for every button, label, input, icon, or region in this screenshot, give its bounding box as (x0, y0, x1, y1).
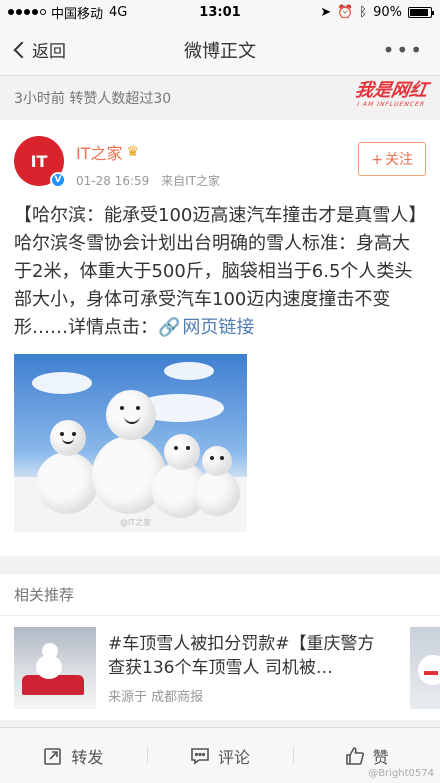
comment-button[interactable]: 评论 (146, 744, 294, 768)
post-date: 01-28 16:59 (76, 174, 150, 188)
bottom-toolbar: 转发 评论 赞 @Bright0574 (0, 727, 440, 783)
like-button[interactable]: 赞 (293, 744, 440, 768)
recommend-header: 相关推荐 (0, 574, 440, 616)
location-icon: ➤ (320, 4, 332, 20)
author-row: IT V IT之家 ♛ 01-28 16:59 来自IT之家 + 关注 (14, 136, 426, 194)
comment-label: 评论 (218, 747, 251, 767)
web-link[interactable]: 🔗 网页链接 (158, 317, 254, 338)
influencer-stamp-logo: 我是网红 I AM INFLUENCER (353, 80, 430, 108)
like-label: 赞 (372, 747, 389, 767)
more-options-button[interactable]: ••• (383, 38, 440, 62)
repost-button[interactable]: 转发 (0, 744, 147, 768)
alarm-icon: ⏰ (337, 4, 354, 20)
thumbs-up-icon (345, 746, 364, 765)
avatar[interactable]: IT V (14, 136, 66, 188)
list-item[interactable]: #车顶雪人被扣分罚款#【重庆警方查获136个车顶雪人 司机被… 来源于 成都商报 (0, 616, 440, 720)
recommend-title: #车顶雪人被扣分罚款#【重庆警方查获136个车顶雪人 司机被… (108, 633, 375, 678)
post-hot-info: 3小时前 转赞人数超过30 我是网红 I AM INFLUENCER (0, 76, 440, 120)
post-meta: 01-28 16:59 来自IT之家 (76, 172, 220, 189)
recommend-source: 来源于 成都商报 (108, 689, 204, 705)
bluetooth-icon: ᛒ (359, 4, 368, 20)
follow-button[interactable]: + 关注 (358, 142, 426, 176)
plus-icon: + (371, 152, 383, 168)
carrier-name: 中国移动 (51, 6, 104, 22)
crown-icon: ♛ (126, 144, 140, 160)
next-recommend-thumbnail[interactable] (410, 627, 440, 709)
network-type: 4G (109, 4, 128, 20)
status-bar: 中国移动 4G 13:01 ➤ ⏰ ᛒ 90% (0, 0, 440, 24)
source-watermark: @Bright0574 (368, 768, 434, 779)
repost-icon (44, 747, 62, 765)
navigation-bar: 返回 微博正文 ••• (0, 24, 440, 76)
post-text: 【哈尔滨：能承受100迈高速汽车撞击才是真雪人】哈尔滨冬雪协会计划出台明确的雪人… (14, 202, 426, 342)
repost-label: 转发 (71, 747, 104, 767)
page-title: 微博正文 (184, 40, 256, 62)
comment-icon (191, 747, 209, 765)
post-source: 来自IT之家 (161, 174, 220, 188)
signal-strength-icon (8, 9, 46, 15)
author-name[interactable]: IT之家 ♛ (76, 140, 220, 164)
battery-percent: 90% (373, 4, 402, 20)
post-image[interactable]: @IT之家 (14, 354, 247, 532)
back-button[interactable]: 返回 (0, 37, 66, 62)
recommend-thumbnail (14, 627, 96, 709)
hot-info-text: 3小时前 转赞人数超过30 (14, 91, 172, 107)
verified-badge-icon: V (50, 172, 66, 188)
battery-icon (408, 6, 434, 18)
post-card: IT V IT之家 ♛ 01-28 16:59 来自IT之家 + 关注 【哈尔滨：… (0, 120, 440, 556)
link-icon: 🔗 (158, 317, 181, 338)
chevron-left-icon (13, 41, 31, 58)
related-recommendations: 相关推荐 #车顶雪人被扣分罚款#【重庆警方查获136个车顶雪人 司机被… 来源于… (0, 574, 440, 720)
back-label: 返回 (32, 42, 66, 62)
image-watermark: @IT之家 (120, 518, 152, 527)
